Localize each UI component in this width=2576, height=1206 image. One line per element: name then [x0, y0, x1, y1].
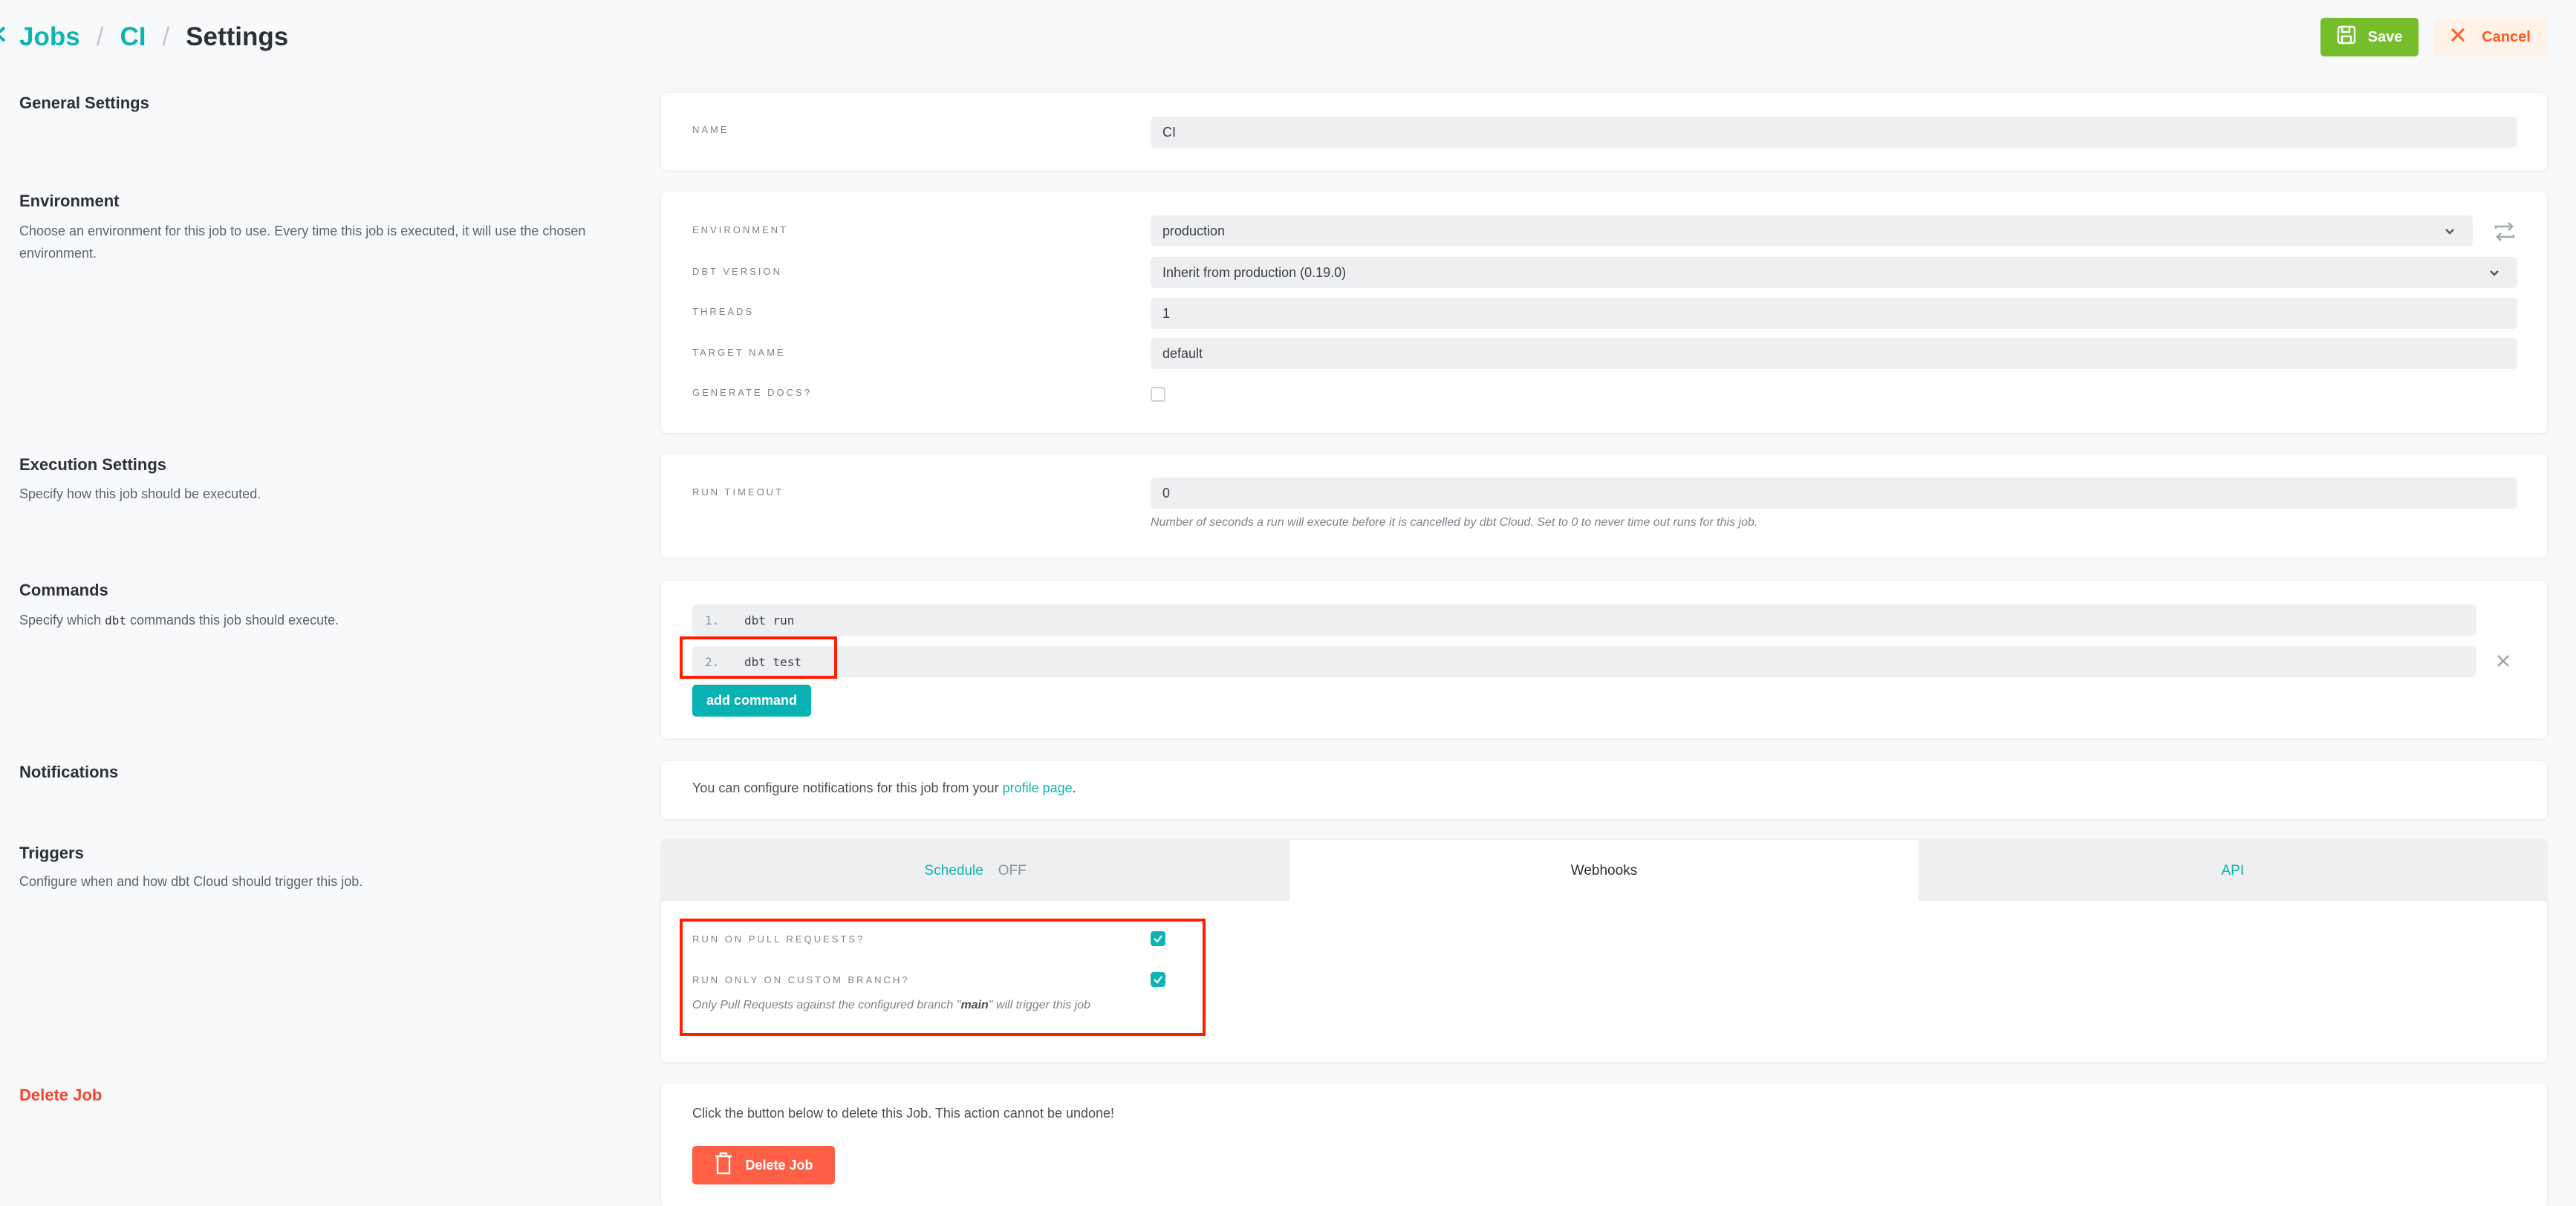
cancel-label: Cancel: [2482, 28, 2531, 45]
section-title-triggers: Triggers: [19, 844, 84, 862]
page-title: Settings: [186, 22, 289, 51]
section-title-execution: Execution Settings: [19, 455, 167, 474]
section-desc-environment: Choose an environment for this job to us…: [19, 224, 586, 261]
notifications-card: You can configure notifications for this…: [660, 760, 2548, 820]
desc-text: Specify which: [19, 613, 105, 628]
name-input[interactable]: CI: [1151, 117, 2517, 148]
custom-branch-label: Run only on custom branch?: [692, 974, 910, 985]
chevron-down-icon: [2445, 229, 2454, 235]
section-title-commands: Commands: [19, 581, 108, 599]
desc-code: dbt: [105, 613, 126, 628]
hint-text: " will trigger this job: [988, 999, 1091, 1011]
command-row-2[interactable]: 2. dbt test: [692, 646, 2476, 677]
run-timeout-hint: Number of seconds a run will execute bef…: [1151, 516, 1758, 529]
run-on-pr-checkbox[interactable]: [1151, 931, 1165, 946]
tab-webhooks[interactable]: Webhooks: [1289, 840, 1919, 902]
section-desc-triggers: Configure when and how dbt Cloud should …: [19, 874, 363, 889]
trigger-tabs: Schedule OFF Webhooks API: [661, 840, 2547, 902]
cancel-button[interactable]: Cancel: [2433, 18, 2548, 56]
breadcrumb-separator: /: [162, 22, 170, 51]
tab-schedule-label: Schedule: [924, 862, 983, 879]
check-icon: [1154, 935, 1162, 943]
remove-command-icon[interactable]: [2496, 653, 2511, 672]
target-name-input[interactable]: default: [1151, 338, 2517, 369]
custom-branch-checkbox[interactable]: [1151, 972, 1165, 987]
breadcrumb-separator: /: [96, 22, 104, 51]
environment-value: production: [1162, 223, 1226, 238]
threads-input[interactable]: 1: [1151, 298, 2517, 329]
delete-job-card: Click the button below to delete this Jo…: [660, 1083, 2548, 1206]
dbt-version-value: Inherit from production (0.19.0): [1162, 264, 1347, 280]
execution-settings-card: Run Timeout 0 Number of seconds a run wi…: [660, 453, 2548, 558]
command-text: dbt run: [744, 613, 795, 628]
generate-docs-checkbox[interactable]: [1151, 387, 1165, 402]
section-title-general: General Settings: [19, 94, 149, 112]
generate-docs-label: Generate Docs?: [692, 387, 812, 398]
environment-card: Environment production dbt Version Inher…: [660, 191, 2548, 434]
sync-icon[interactable]: [2493, 220, 2517, 247]
dbt-version-label: dbt Version: [692, 266, 782, 277]
commands-card: 1. dbt run 2. dbt test add command: [660, 580, 2548, 739]
dbt-version-select[interactable]: Inherit from production (0.19.0): [1151, 257, 2517, 288]
delete-job-label: Delete Job: [745, 1157, 813, 1173]
run-timeout-label: Run Timeout: [692, 486, 784, 498]
delete-warning-text: Click the button below to delete this Jo…: [692, 1106, 1115, 1121]
breadcrumb: Jobs / CI / Settings: [0, 18, 288, 56]
breadcrumb-ci-link[interactable]: CI: [120, 22, 146, 52]
tab-api-label: API: [2221, 862, 2245, 879]
notifications-text-before: You can configure notifications for this…: [692, 780, 1003, 795]
environment-label: Environment: [692, 224, 789, 235]
section-desc-execution: Specify how this job should be executed.: [19, 486, 261, 501]
section-title-delete: Delete Job: [19, 1086, 103, 1104]
section-desc-commands: Specify which dbt commands this job shou…: [19, 609, 628, 632]
general-settings-card: Name CI: [660, 92, 2548, 171]
chevron-left-icon[interactable]: [0, 23, 12, 51]
environment-select[interactable]: production: [1151, 215, 2473, 247]
tab-schedule[interactable]: Schedule OFF: [661, 840, 1290, 902]
custom-branch-hint: Only Pull Requests against the configure…: [692, 994, 1131, 1016]
desc-text: commands this job should execute.: [126, 613, 339, 628]
tab-webhooks-label: Webhooks: [1570, 862, 1638, 879]
notifications-text-after: .: [1072, 780, 1076, 795]
schedule-status-badge: OFF: [998, 862, 1027, 879]
save-button[interactable]: Save: [2320, 18, 2419, 56]
chevron-down-icon: [2490, 270, 2499, 276]
section-title-notifications: Notifications: [19, 763, 119, 781]
command-row-1[interactable]: 1. dbt run: [692, 604, 2476, 636]
triggers-card: Schedule OFF Webhooks API Run on Pull Re…: [660, 839, 2548, 1063]
check-icon: [1154, 976, 1162, 984]
profile-page-link[interactable]: profile page: [1003, 780, 1073, 795]
name-label: Name: [692, 124, 729, 135]
command-number: 2.: [705, 654, 720, 669]
trash-icon: [714, 1152, 733, 1179]
command-number: 1.: [705, 613, 720, 628]
breadcrumb-jobs-link[interactable]: Jobs: [19, 22, 80, 52]
delete-job-button[interactable]: Delete Job: [692, 1146, 835, 1184]
branch-name: main: [960, 999, 989, 1011]
notifications-text: You can configure notifications for this…: [692, 780, 1076, 796]
floppy-disk-icon: [2337, 25, 2356, 49]
run-timeout-input[interactable]: 0: [1151, 477, 2517, 509]
section-title-environment: Environment: [19, 192, 120, 210]
hint-text: Only Pull Requests against the configure…: [692, 999, 961, 1011]
close-icon: [2450, 27, 2465, 47]
target-name-label: Target Name: [692, 347, 786, 358]
save-label: Save: [2367, 28, 2403, 45]
threads-label: Threads: [692, 306, 755, 317]
add-command-button[interactable]: add command: [692, 685, 811, 717]
command-text: dbt test: [744, 654, 802, 669]
tab-api[interactable]: API: [1918, 840, 2547, 902]
run-on-pr-label: Run on Pull Requests?: [692, 933, 865, 945]
